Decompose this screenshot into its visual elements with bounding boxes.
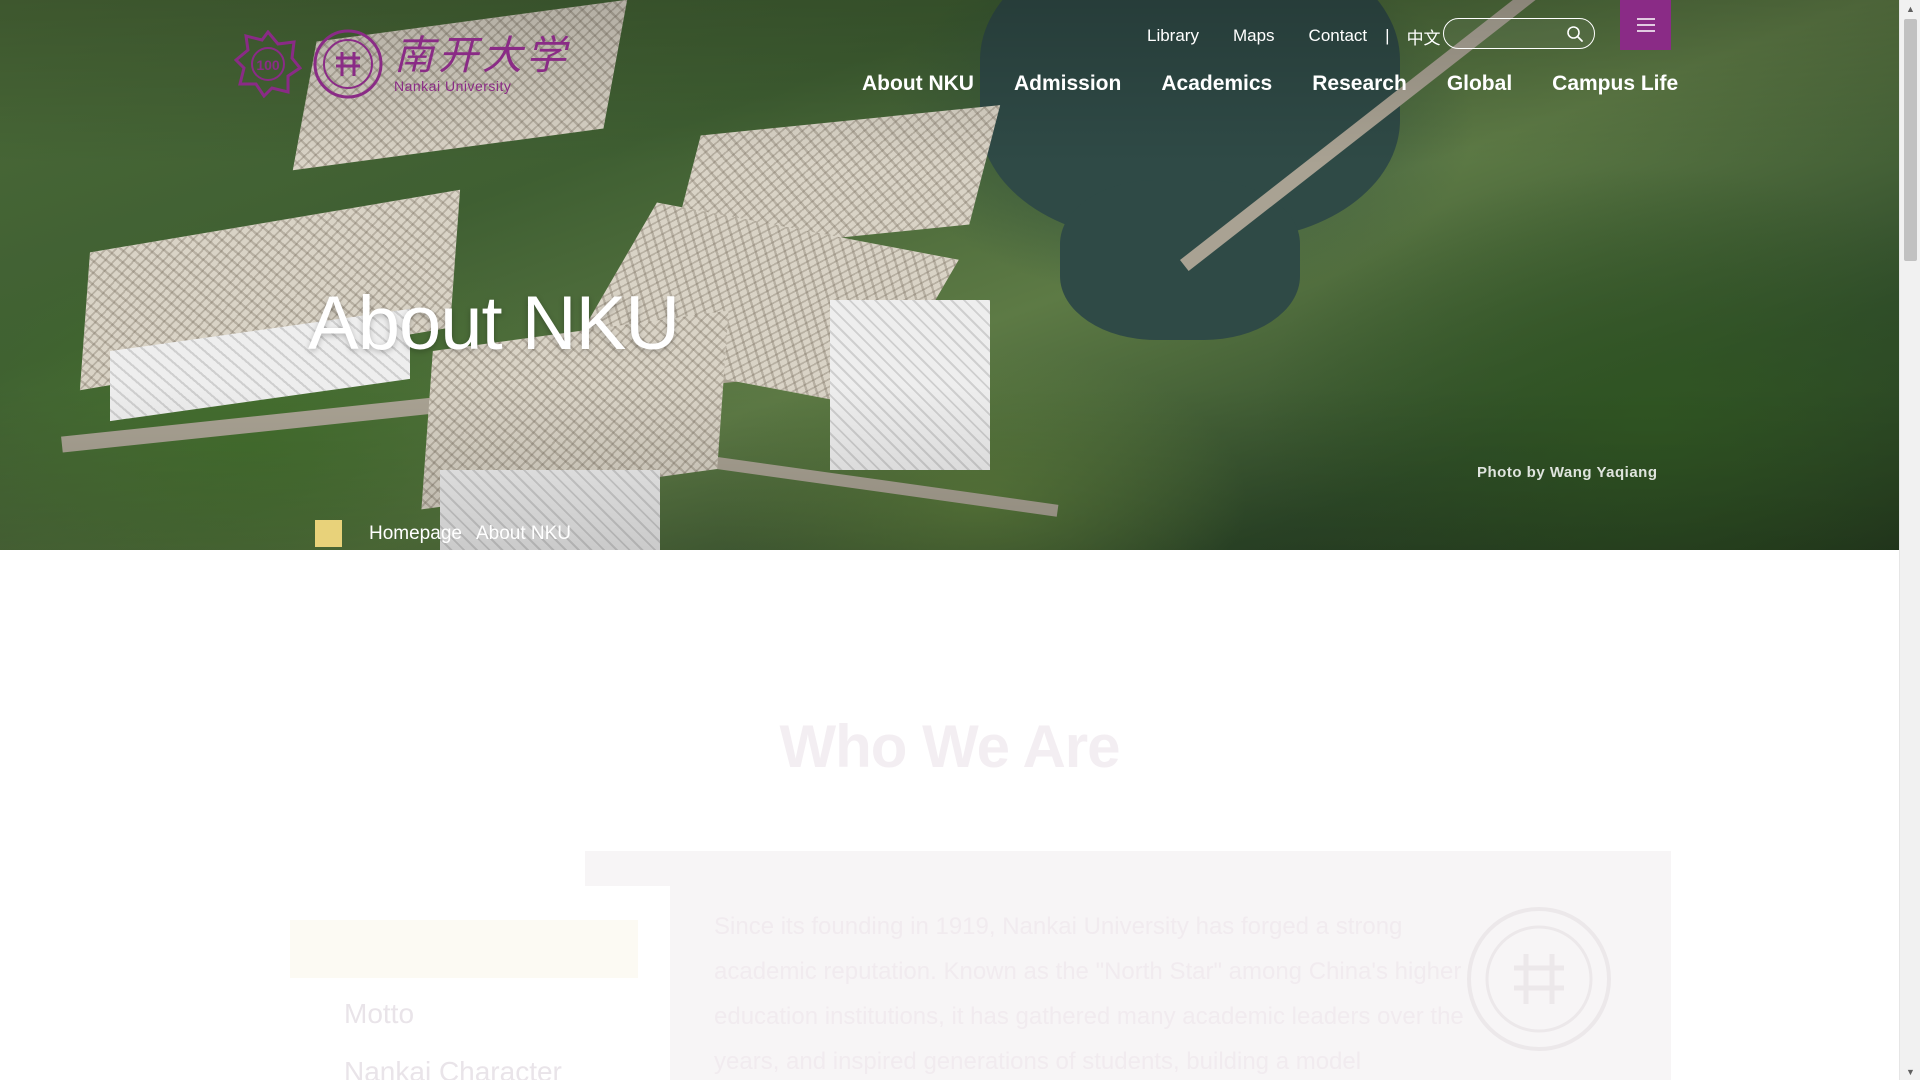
language-switch-link[interactable]: 中文 xyxy=(1407,24,1441,49)
logo-english-name: Nankai University xyxy=(394,78,512,94)
nav-global[interactable]: Global xyxy=(1447,72,1512,96)
search-input[interactable] xyxy=(1444,19,1554,48)
hero-banner: 100 南开大学 Nankai University Library Maps … xyxy=(0,0,1899,550)
side-menu-item-active[interactable] xyxy=(290,920,638,978)
page-title: About NKU xyxy=(308,281,680,366)
intro-paragraph: Since its founding in 1919, Nankai Unive… xyxy=(714,913,1464,1075)
hamburger-menu-icon xyxy=(1636,18,1655,32)
maps-link[interactable]: Maps xyxy=(1233,26,1275,46)
breadcrumb: Homepage About NKU xyxy=(315,520,571,547)
logo-badge-text: 100 xyxy=(256,57,280,73)
side-menu-item-nankai-character[interactable]: Nankai Character xyxy=(290,1046,638,1080)
university-seal-watermark-icon xyxy=(1467,907,1611,1051)
nav-campus-life[interactable]: Campus Life xyxy=(1552,72,1678,96)
logo-wordmark: 南开大学 Nankai University xyxy=(394,34,570,94)
side-menu-item-motto[interactable]: Motto xyxy=(290,988,638,1046)
scroll-up-arrow-icon[interactable]: ▲ xyxy=(1900,0,1920,17)
utility-links: Library Maps Contact | 中文 xyxy=(1147,24,1441,48)
menu-button[interactable] xyxy=(1620,0,1671,50)
centennial-badge-icon: 100 xyxy=(234,30,302,98)
search-icon[interactable] xyxy=(1566,25,1584,43)
link-separator: | xyxy=(1385,26,1390,45)
scroll-down-arrow-icon[interactable]: ▼ xyxy=(1900,1063,1920,1080)
nav-research[interactable]: Research xyxy=(1312,72,1407,96)
contact-link[interactable]: Contact xyxy=(1309,26,1368,46)
main-navigation: About NKU Admission Academics Research G… xyxy=(862,72,1678,96)
search-box xyxy=(1443,18,1595,49)
vertical-scrollbar[interactable]: ▲ ▼ xyxy=(1899,0,1920,1080)
photo-credit: Photo by Wang Yaqiang xyxy=(1477,464,1658,481)
site-logo[interactable]: 100 南开大学 Nankai University xyxy=(234,28,570,100)
library-link[interactable]: Library xyxy=(1147,26,1199,46)
breadcrumb-current[interactable]: About NKU xyxy=(476,523,571,545)
nav-admission[interactable]: Admission xyxy=(1014,72,1121,96)
nav-academics[interactable]: Academics xyxy=(1161,72,1272,96)
scrollbar-thumb[interactable] xyxy=(1904,19,1917,261)
section-title: Who We Are xyxy=(779,713,1120,780)
breadcrumb-homepage[interactable]: Homepage xyxy=(369,523,462,545)
logo-chinese-name: 南开大学 xyxy=(394,33,570,79)
university-seal-icon xyxy=(313,29,383,99)
side-menu: Motto Nankai Character xyxy=(290,920,638,1080)
nav-about-nku[interactable]: About NKU xyxy=(862,72,974,96)
home-icon[interactable] xyxy=(315,520,342,547)
